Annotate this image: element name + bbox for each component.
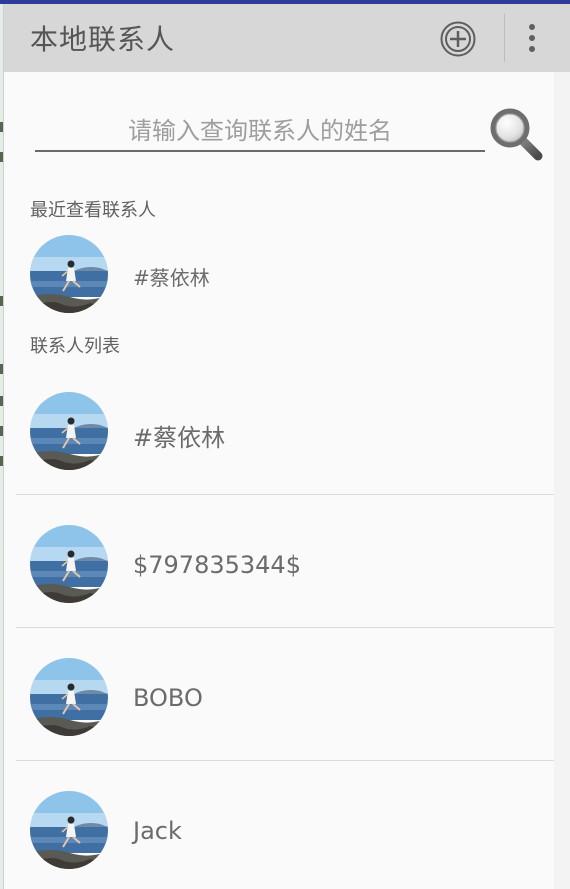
contact-name: Jack bbox=[133, 817, 182, 845]
avatar bbox=[30, 392, 108, 470]
avatar-photo-icon bbox=[30, 791, 108, 869]
contact-row[interactable]: Jack bbox=[4, 761, 554, 889]
avatar-photo-icon bbox=[30, 658, 108, 736]
avatar bbox=[30, 235, 108, 313]
avatar-photo-icon bbox=[30, 392, 108, 470]
contact-name: #蔡依林 bbox=[133, 424, 226, 452]
avatar bbox=[30, 525, 108, 603]
add-circle-icon[interactable] bbox=[440, 21, 476, 57]
toolbar-divider bbox=[504, 14, 505, 62]
contact-name: BOBO bbox=[133, 684, 203, 712]
avatar-photo-icon bbox=[30, 235, 108, 313]
contact-row[interactable]: BOBO bbox=[4, 628, 554, 760]
recent-contact-name: #蔡依林 bbox=[133, 266, 210, 290]
app-screen: 本地联系人 请输入查询联系人的姓名 最近查看联系人 #蔡依林 联系人列表 #蔡依… bbox=[0, 0, 570, 889]
avatar bbox=[30, 791, 108, 869]
avatar bbox=[30, 658, 108, 736]
search-input[interactable] bbox=[35, 112, 485, 152]
app-bar: 本地联系人 bbox=[4, 4, 570, 72]
recent-section-label: 最近查看联系人 bbox=[30, 200, 156, 221]
avatar-photo-icon bbox=[30, 525, 108, 603]
magnifier-icon bbox=[490, 108, 543, 161]
search-button[interactable] bbox=[486, 104, 546, 164]
contact-name: $797835344$ bbox=[133, 551, 301, 579]
contacts-section-label: 联系人列表 bbox=[30, 336, 120, 357]
contact-row[interactable]: $797835344$ bbox=[4, 495, 554, 627]
contact-row[interactable]: #蔡依林 bbox=[4, 362, 554, 494]
page-title: 本地联系人 bbox=[30, 23, 176, 56]
more-vert-icon[interactable] bbox=[522, 24, 542, 54]
right-window-edge bbox=[554, 4, 570, 889]
